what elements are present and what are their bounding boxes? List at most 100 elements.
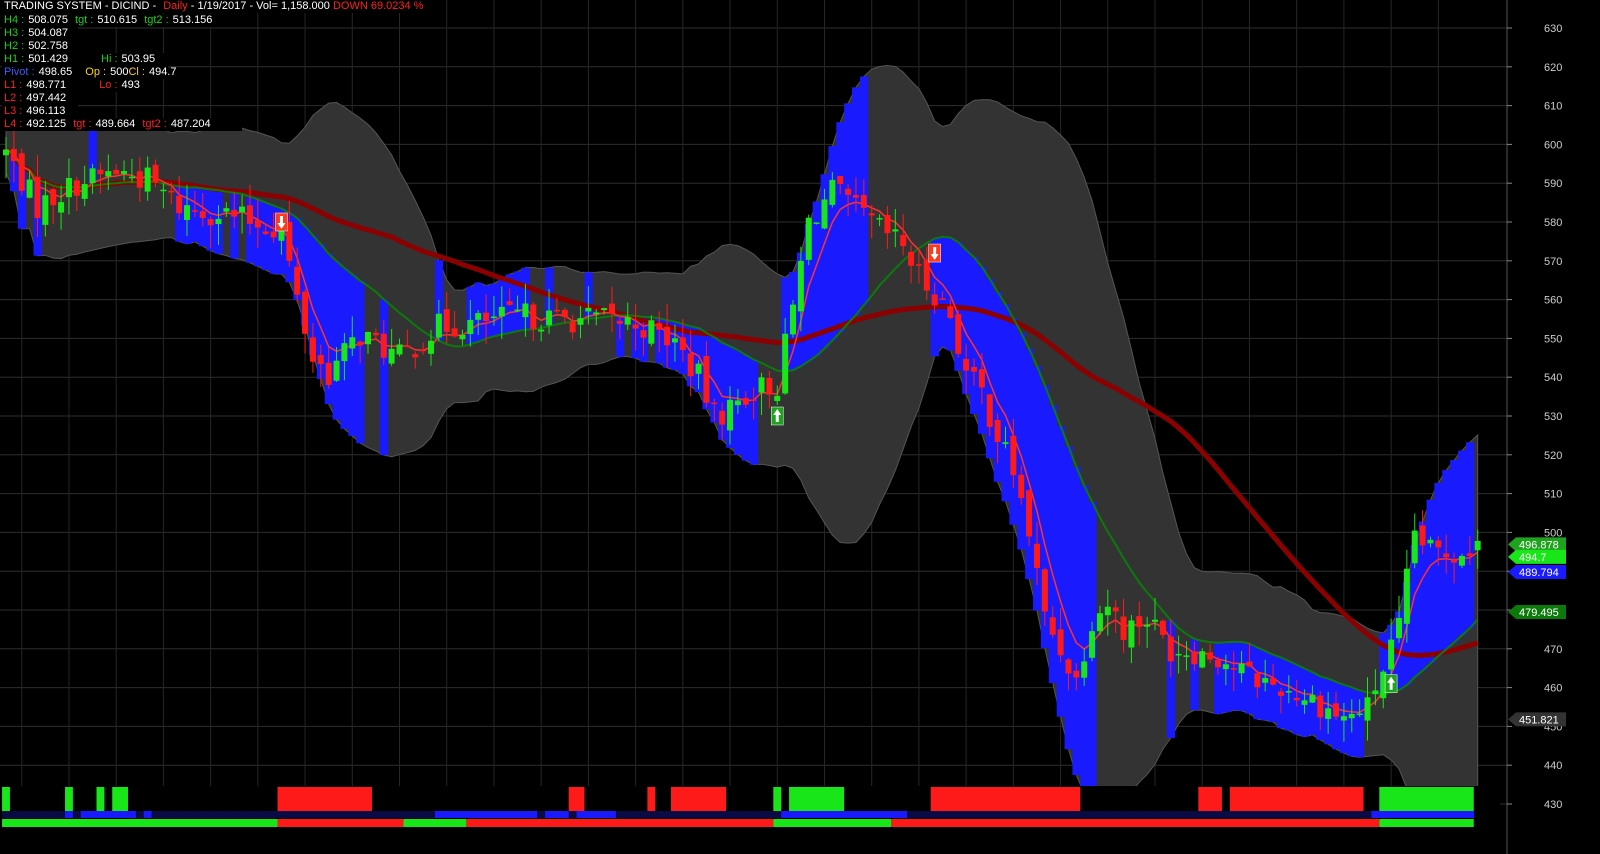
candle-body xyxy=(365,331,372,345)
h1-row: H1 :501.429 Hi :503.95 xyxy=(2,53,164,66)
trend-cell xyxy=(450,811,460,818)
candle-body xyxy=(18,153,25,191)
candle-body xyxy=(805,217,812,260)
trend-cell xyxy=(608,811,617,818)
trend-cell xyxy=(1300,811,1309,818)
trend-cell xyxy=(395,811,404,818)
candle-body xyxy=(223,208,230,212)
candle-body xyxy=(1191,651,1198,665)
h3-label: H3 : xyxy=(4,27,25,39)
trend-segment xyxy=(112,787,128,811)
price-tag-label: 489.794 xyxy=(1519,567,1559,579)
trend-cell xyxy=(120,811,129,818)
trend-cell xyxy=(1040,811,1050,818)
trend-cell xyxy=(1316,811,1325,818)
l4-tgt-value: 489.664 xyxy=(95,118,136,130)
candle-body xyxy=(608,303,615,314)
trend-cell xyxy=(1450,811,1459,818)
price-marker: 489.794 xyxy=(1508,564,1566,579)
trend-cell xyxy=(954,811,963,818)
trend-cell xyxy=(482,811,491,818)
candle-body xyxy=(1340,716,1347,721)
band-segment xyxy=(1458,450,1467,636)
trend-cell xyxy=(403,811,412,818)
trend-cell xyxy=(324,811,334,818)
h4-row: H4 :508.075 tgt :510.615 tgt2 :513.156 xyxy=(2,14,242,27)
trend-cell xyxy=(686,811,696,818)
candle-body xyxy=(1010,435,1017,476)
candle-body xyxy=(1128,620,1135,648)
candle-body xyxy=(231,209,238,217)
l1-row: L1 :498.771 Lo :493 xyxy=(2,79,154,92)
y-tick-label: 520 xyxy=(1544,450,1562,462)
candle-body xyxy=(1309,694,1316,703)
candle-body xyxy=(679,337,686,351)
candle-body xyxy=(246,205,253,224)
trend-cell xyxy=(371,811,381,818)
candle-body xyxy=(262,231,269,235)
trend-segment xyxy=(773,787,782,811)
trend-cell xyxy=(151,811,160,818)
l3-row: L3 :496.113 xyxy=(2,105,78,118)
trend-cell xyxy=(985,811,995,818)
candle-body xyxy=(239,206,246,213)
candle-body xyxy=(1254,673,1261,688)
band-segment xyxy=(1048,405,1058,683)
trend-cell xyxy=(253,811,263,818)
trend-cell xyxy=(1371,811,1380,818)
candle-body xyxy=(372,332,379,336)
trend-segment xyxy=(789,787,845,811)
price-tag-label: 496.878 xyxy=(1519,539,1559,551)
candle-body xyxy=(915,264,922,266)
trend-cell xyxy=(57,811,66,818)
trend-cell xyxy=(1001,811,1010,818)
trend-cell xyxy=(1206,811,1215,818)
candle-body xyxy=(168,190,175,193)
trend-cell xyxy=(678,811,688,818)
trend-cell xyxy=(1158,811,1168,818)
trend-cell xyxy=(946,811,955,818)
l1-value: 498.771 xyxy=(26,79,67,91)
pivot-value: 498.65 xyxy=(38,66,73,78)
trend-cell xyxy=(1072,811,1081,818)
candle-body xyxy=(333,360,340,381)
candle-body xyxy=(656,323,663,330)
h1-value: 501.429 xyxy=(28,53,68,65)
trend-cell xyxy=(1442,811,1451,818)
trend-segment xyxy=(277,819,404,827)
trend-cell xyxy=(537,811,546,818)
candle-body xyxy=(1222,664,1229,670)
candle-body xyxy=(97,169,104,175)
trend-cell xyxy=(914,811,924,818)
lo-label: Lo : xyxy=(99,79,118,91)
trend-cell xyxy=(1143,811,1152,818)
y-tick-label: 540 xyxy=(1544,372,1562,384)
hi-value: 503.95 xyxy=(121,53,156,65)
candle-body xyxy=(207,219,214,226)
candle-body xyxy=(577,318,584,325)
candle-body xyxy=(498,306,505,317)
candle-body xyxy=(81,184,88,199)
candle-body xyxy=(1026,490,1033,537)
hi-label: Hi : xyxy=(101,53,118,65)
trend-segment xyxy=(2,787,10,811)
trend-cell xyxy=(710,811,719,818)
candle-body xyxy=(73,180,80,196)
trend-cell xyxy=(246,811,255,818)
trend-cell xyxy=(505,811,515,818)
trend-segment xyxy=(1379,787,1474,811)
trend-segment xyxy=(773,819,892,827)
trend-cell xyxy=(72,811,82,818)
h2-value: 502.758 xyxy=(28,40,68,52)
candle-body xyxy=(1120,616,1127,640)
trend-cell xyxy=(1025,811,1034,818)
band-segment xyxy=(1064,446,1073,750)
candle-body xyxy=(766,377,773,395)
h4-tgt2-value: 513.156 xyxy=(172,14,213,26)
h4-tgt-label: tgt : xyxy=(75,14,94,26)
trend-segment xyxy=(930,787,1081,811)
trend-cell xyxy=(434,811,444,818)
trend-cell xyxy=(9,811,19,818)
candle-body xyxy=(1356,713,1363,715)
trend-cell xyxy=(1292,811,1302,818)
